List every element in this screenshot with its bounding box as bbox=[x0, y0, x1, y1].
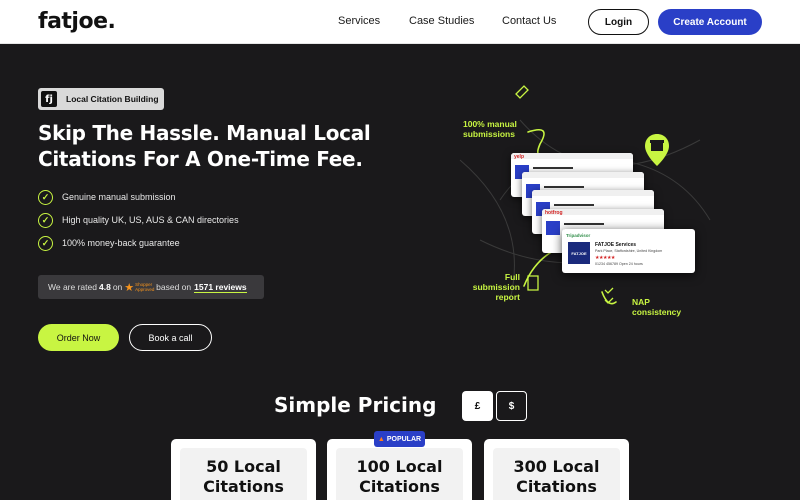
hero-title: Skip The Hassle. Manual Local Citations … bbox=[38, 121, 371, 171]
rating-prefix: We are rated bbox=[48, 282, 97, 292]
book-a-call-button[interactable]: Book a call bbox=[129, 324, 212, 351]
service-badge-label: Local Citation Building bbox=[66, 94, 159, 104]
login-button[interactable]: Login bbox=[588, 9, 649, 35]
rating-banner: We are rated 4.8 on ★ Shopper Approved ba… bbox=[38, 275, 264, 299]
fatjoe-listing-logo: FATJOE bbox=[568, 242, 590, 264]
rating-score: 4.8 bbox=[98, 282, 111, 292]
flame-icon: ▲ bbox=[377, 435, 385, 443]
feature-text: High quality UK, US, AUS & CAN directori… bbox=[62, 215, 239, 225]
create-account-button[interactable]: Create Account bbox=[658, 9, 762, 35]
manual-submissions-label: 100% manual submissions bbox=[463, 119, 517, 139]
nap-consistency-label: NAP consistency bbox=[632, 297, 682, 317]
reviews-link[interactable]: 1571 reviews bbox=[194, 282, 247, 293]
currency-usd-button[interactable]: $ bbox=[496, 391, 527, 421]
currency-gbp-button[interactable]: £ bbox=[462, 391, 493, 421]
nav-link-case-studies[interactable]: Case Studies bbox=[409, 15, 474, 27]
rating-stars-icon: ★★★★★ bbox=[595, 255, 615, 261]
rating-on: on bbox=[112, 282, 123, 292]
feature-text: Genuine manual submission bbox=[62, 192, 176, 202]
service-badge: fj Local Citation Building bbox=[38, 88, 164, 110]
main-listing-card: Tripadvisor FATJOE FATJOE Services Park … bbox=[562, 229, 695, 273]
pricing-card-100[interactable]: 100 Local Citations bbox=[327, 439, 472, 500]
check-circle-icon: ✓ bbox=[38, 235, 53, 251]
pricing-title: Simple Pricing bbox=[274, 393, 437, 417]
order-now-button[interactable]: Order Now bbox=[38, 324, 119, 351]
pricing-card-300[interactable]: 300 Local Citations bbox=[484, 439, 629, 500]
top-navigation: fatjoe. Services Case Studies Contact Us… bbox=[0, 0, 800, 44]
nav-link-services[interactable]: Services bbox=[338, 15, 380, 27]
feature-item: ✓ High quality UK, US, AUS & CAN directo… bbox=[38, 212, 239, 228]
submission-report-label: Full submission report bbox=[472, 272, 520, 302]
fatjoe-logo[interactable]: fatjoe. bbox=[38, 9, 116, 34]
fj-logo-icon: fj bbox=[41, 91, 57, 107]
check-circle-icon: ✓ bbox=[38, 212, 53, 228]
rating-based-on: based on bbox=[156, 282, 192, 292]
shopper-approved-star-icon: ★ bbox=[124, 281, 135, 294]
nav-link-contact-us[interactable]: Contact Us bbox=[502, 15, 556, 27]
map-pin-icon bbox=[645, 134, 669, 166]
popular-badge: ▲ POPULAR bbox=[374, 431, 425, 447]
shopper-approved-logo: Shopper Approved bbox=[135, 282, 155, 292]
feature-item: ✓ Genuine manual submission bbox=[38, 189, 176, 205]
feature-text: 100% money-back guarantee bbox=[62, 238, 180, 248]
check-circle-icon: ✓ bbox=[38, 189, 53, 205]
feature-item: ✓ 100% money-back guarantee bbox=[38, 235, 180, 251]
pricing-card-50[interactable]: 50 Local Citations bbox=[171, 439, 316, 500]
